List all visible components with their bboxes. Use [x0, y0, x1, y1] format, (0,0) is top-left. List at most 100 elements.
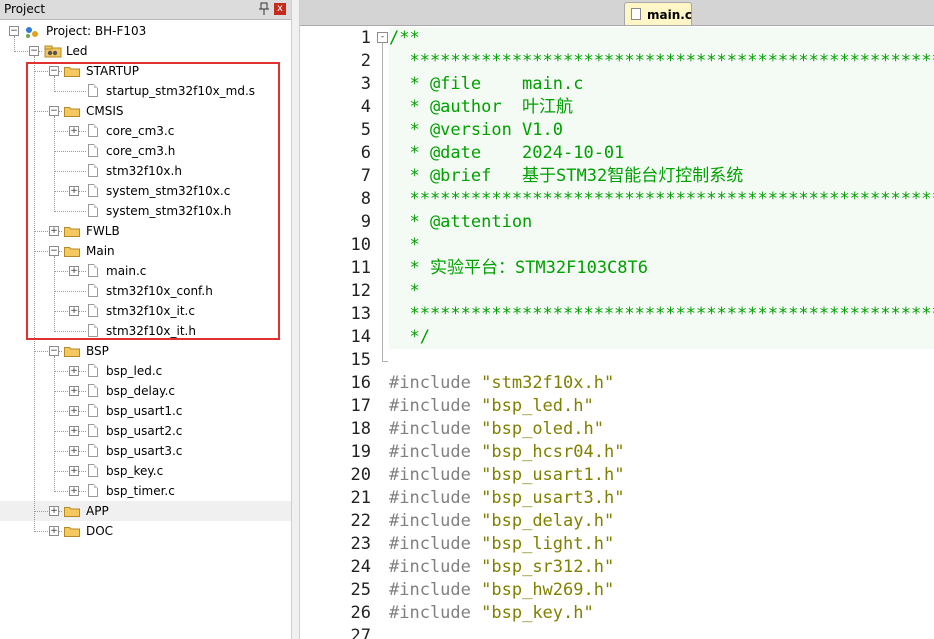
tree-file-item[interactable]: + bsp_usart1.c — [0, 401, 291, 421]
tree-toggle-expand-icon[interactable]: + — [49, 506, 59, 516]
tab-main-c[interactable]: main.c — [624, 2, 692, 25]
code-line[interactable]: ****************************************… — [389, 188, 934, 211]
project-pane: Project x − Project: BH-F103− Led − STARTUP s… — [0, 0, 291, 639]
include-filename: "bsp_oled.h" — [481, 419, 604, 439]
code-line[interactable] — [389, 349, 934, 372]
code-line[interactable]: #include "bsp_delay.h" — [389, 510, 934, 533]
code-line[interactable]: * @brief 基于STM32智能台灯控制系统 — [389, 165, 934, 188]
tree-item-label: Project: BH-F103 — [46, 24, 147, 38]
include-filename: "bsp_delay.h" — [481, 511, 615, 531]
tree-file-item[interactable]: + bsp_key.c — [0, 461, 291, 481]
tree-file-item[interactable]: + bsp_usart3.c — [0, 441, 291, 461]
preprocessor-directive: #include — [389, 557, 471, 577]
line-number: 24 — [350, 557, 371, 577]
tree-toggle-expand-icon[interactable]: + — [69, 466, 79, 476]
tree-toggle-collapse-icon[interactable]: − — [9, 26, 19, 36]
comment-text: /** — [389, 28, 420, 48]
tree-folder-item[interactable]: + DOC — [0, 521, 291, 541]
code-line[interactable]: */ — [389, 326, 934, 349]
line-number: 7 — [360, 166, 371, 186]
code-line[interactable]: * @file main.c — [389, 73, 934, 96]
tree-item-label: BSP — [86, 344, 109, 358]
tree-item-label: bsp_timer.c — [106, 484, 175, 498]
line-number: 13 — [350, 304, 371, 324]
code-line[interactable]: * @attention — [389, 211, 934, 234]
tree-folder-item[interactable]: + APP — [0, 501, 291, 521]
tree-group-item[interactable]: − Led — [0, 41, 291, 61]
tree-item-label: bsp_delay.c — [106, 384, 175, 398]
line-number: 22 — [350, 511, 371, 531]
code-line[interactable]: * — [389, 234, 934, 257]
include-filename: "bsp_sr312.h" — [481, 557, 615, 577]
code-line[interactable]: #include "bsp_hw269.h" — [389, 579, 934, 602]
comment-text: ****************************************… — [409, 189, 934, 209]
line-number: 4 — [360, 97, 371, 117]
code-line[interactable]: * 实验平台：STM32F103C8T6 — [389, 257, 934, 280]
tab-label: main.c — [647, 8, 692, 22]
tree-folder-item[interactable]: − BSP — [0, 341, 291, 361]
tree-item-label: bsp_usart2.c — [106, 424, 183, 438]
comment-text: * @brief 基于STM32智能台灯控制系统 — [389, 166, 744, 186]
tree-file-item[interactable]: + bsp_timer.c — [0, 481, 291, 501]
file-icon — [631, 8, 641, 20]
tree-toggle-expand-icon[interactable]: + — [69, 446, 79, 456]
line-number: 9 — [360, 212, 371, 232]
code-line[interactable] — [389, 625, 934, 639]
code-line[interactable]: ****************************************… — [389, 303, 934, 326]
line-number: 17 — [350, 396, 371, 416]
tree-item-label: Led — [66, 44, 88, 58]
close-pane-button[interactable]: x — [274, 3, 286, 15]
tree-toggle-expand-icon[interactable]: + — [49, 526, 59, 536]
tree-item-label: bsp_usart3.c — [106, 444, 183, 458]
line-number: 12 — [350, 281, 371, 301]
code-line[interactable]: #include "stm32f10x.h" — [389, 372, 934, 395]
file-icon — [88, 384, 98, 397]
tree-toggle-expand-icon[interactable]: + — [69, 386, 79, 396]
pane-splitter[interactable] — [291, 0, 300, 639]
tree-file-item[interactable]: + bsp_delay.c — [0, 381, 291, 401]
code-line[interactable]: #include "bsp_oled.h" — [389, 418, 934, 441]
include-filename: "bsp_usart3.h" — [481, 488, 625, 508]
line-number: 14 — [350, 327, 371, 347]
tree-file-item[interactable]: + bsp_led.c — [0, 361, 291, 381]
comment-text: * @file main.c — [389, 74, 584, 94]
preprocessor-directive: #include — [389, 603, 471, 623]
code-line[interactable]: #include "bsp_usart3.h" — [389, 487, 934, 510]
preprocessor-directive: #include — [389, 580, 471, 600]
preprocessor-directive: #include — [389, 465, 471, 485]
preprocessor-directive: #include — [389, 511, 471, 531]
code-line[interactable]: * @author 叶江航 — [389, 96, 934, 119]
code-line[interactable]: #include "bsp_light.h" — [389, 533, 934, 556]
tree-project-item[interactable]: − Project: BH-F103 — [0, 21, 291, 41]
code-line[interactable]: ****************************************… — [389, 50, 934, 73]
pin-icon[interactable] — [258, 2, 270, 16]
code-line[interactable]: * @date 2024-10-01 — [389, 142, 934, 165]
tree-toggle-collapse-icon[interactable]: − — [49, 346, 59, 356]
code-line[interactable]: * @version V1.0 — [389, 119, 934, 142]
comment-text: */ — [389, 327, 430, 347]
tree-toggle-expand-icon[interactable]: + — [69, 406, 79, 416]
line-number: 23 — [350, 534, 371, 554]
code-line[interactable]: /** — [389, 27, 934, 50]
tree-toggle-collapse-icon[interactable]: − — [29, 46, 39, 56]
tree-toggle-expand-icon[interactable]: + — [69, 486, 79, 496]
code-line[interactable]: #include "bsp_key.h" — [389, 602, 934, 625]
tree-file-item[interactable]: + bsp_usart2.c — [0, 421, 291, 441]
comment-text: * @version V1.0 — [389, 120, 563, 140]
code-line[interactable]: #include "bsp_usart1.h" — [389, 464, 934, 487]
line-number: 1 — [360, 28, 371, 48]
code-editor[interactable]: 1 2 3 4 5 6 7 8 9 10 11 12 13 14 15 16 17 18 19 20 21 22 23 24 2… — [300, 26, 934, 639]
tree-item-label: DOC — [86, 524, 114, 538]
file-icon — [88, 404, 98, 417]
fold-toggle-icon[interactable]: - — [377, 32, 388, 43]
tree-toggle-expand-icon[interactable]: + — [69, 426, 79, 436]
include-filename: "bsp_hcsr04.h" — [481, 442, 625, 462]
tree-toggle-expand-icon[interactable]: + — [69, 366, 79, 376]
code-line[interactable]: * — [389, 280, 934, 303]
code-line[interactable]: #include "bsp_led.h" — [389, 395, 934, 418]
include-filename: "bsp_hw269.h" — [481, 580, 615, 600]
code-line[interactable]: #include "bsp_sr312.h" — [389, 556, 934, 579]
line-number: 10 — [350, 235, 371, 255]
line-number: 5 — [360, 120, 371, 140]
code-line[interactable]: #include "bsp_hcsr04.h" — [389, 441, 934, 464]
